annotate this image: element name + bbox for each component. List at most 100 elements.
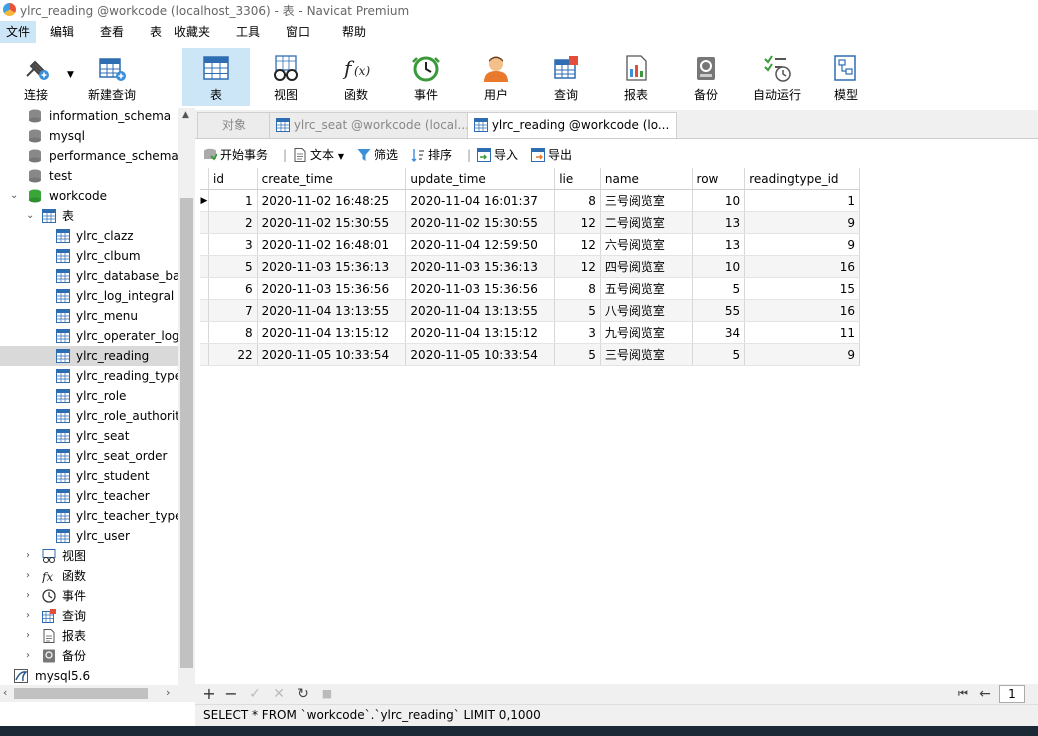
add-record-icon[interactable]: + bbox=[201, 685, 217, 703]
cell[interactable]: 3 bbox=[554, 321, 601, 344]
cell[interactable]: 9 bbox=[744, 233, 860, 256]
tree-db-workcode[interactable]: ⌄ workcode bbox=[0, 186, 178, 206]
tree-table-ylrc-teacher-type[interactable]: ylrc_teacher_type bbox=[0, 506, 178, 526]
cell[interactable]: 7 bbox=[208, 299, 258, 322]
tree-db-test[interactable]: test bbox=[0, 166, 178, 186]
function-button[interactable]: f (x) 函数 bbox=[326, 48, 386, 106]
cell[interactable]: 2020-11-04 12:59:50 bbox=[405, 233, 556, 256]
column-header-name[interactable]: name bbox=[600, 168, 693, 190]
cell[interactable]: 2020-11-04 13:13:55 bbox=[405, 299, 556, 322]
auto-run-button[interactable]: 自动运行 bbox=[746, 48, 808, 106]
connect-dropdown-icon[interactable]: ▼ bbox=[67, 70, 74, 80]
row-marker[interactable] bbox=[200, 277, 209, 300]
table-row[interactable]: 22 2020-11-05 10:33:54 2020-11-05 10:33:… bbox=[200, 343, 860, 366]
tree-connection-mysql56[interactable]: mysql5.6 bbox=[0, 666, 178, 685]
chevron-right-icon[interactable]: › bbox=[26, 646, 36, 666]
sidebar-horizontal-scrollbar[interactable]: ‹ › bbox=[0, 685, 195, 702]
tree-group-events[interactable]: › 事件 bbox=[0, 586, 178, 606]
cell[interactable]: 34 bbox=[692, 321, 746, 344]
cell[interactable]: 2020-11-02 15:30:55 bbox=[405, 211, 556, 234]
cell[interactable]: 2020-11-04 13:13:55 bbox=[257, 299, 407, 322]
tree-group-views[interactable]: › 视图 bbox=[0, 546, 178, 566]
tree-group-functions[interactable]: › fx 函数 bbox=[0, 566, 178, 586]
chevron-down-icon[interactable]: ⌄ bbox=[26, 206, 36, 226]
cell[interactable]: 2020-11-03 15:36:56 bbox=[405, 277, 556, 300]
tree-table-ylrc-student[interactable]: ylrc_student bbox=[0, 466, 178, 486]
tree-group-queries[interactable]: › 查询 bbox=[0, 606, 178, 626]
cell[interactable]: 5 bbox=[208, 255, 258, 278]
cell[interactable]: 5 bbox=[554, 299, 601, 322]
tree-table-ylrc-database-bal[interactable]: ylrc_database_bal bbox=[0, 266, 178, 286]
scroll-right-icon[interactable]: › bbox=[166, 686, 170, 699]
tree-group-backups[interactable]: › 备份 bbox=[0, 646, 178, 666]
cell[interactable]: 8 bbox=[208, 321, 258, 344]
model-button[interactable]: 模型 bbox=[816, 48, 876, 106]
cell[interactable]: 六号阅览室 bbox=[600, 233, 693, 256]
chevron-down-icon[interactable]: ⌄ bbox=[10, 186, 20, 206]
row-marker[interactable] bbox=[200, 211, 209, 234]
scroll-left-icon[interactable]: ‹ bbox=[3, 686, 7, 699]
tree-db-performance-schema[interactable]: performance_schema bbox=[0, 146, 178, 166]
cell[interactable]: 10 bbox=[692, 255, 746, 278]
cell[interactable]: 三号阅览室 bbox=[600, 343, 693, 366]
menu-edit[interactable]: 编辑 bbox=[44, 21, 80, 43]
cell[interactable]: 八号阅览室 bbox=[600, 299, 693, 322]
current-row-arrow-icon[interactable]: ▶ bbox=[200, 189, 209, 212]
tree-table-ylrc-reading[interactable]: ylrc_reading bbox=[0, 346, 178, 366]
cell[interactable]: 2020-11-02 16:48:01 bbox=[257, 233, 407, 256]
cell[interactable]: 15 bbox=[744, 277, 860, 300]
cell[interactable]: 8 bbox=[554, 277, 601, 300]
table-row[interactable]: 7 2020-11-04 13:13:55 2020-11-04 13:13:5… bbox=[200, 299, 860, 322]
column-header-update-time[interactable]: update_time bbox=[405, 168, 556, 190]
menu-view[interactable]: 查看 bbox=[94, 21, 130, 43]
cell[interactable]: 五号阅览室 bbox=[600, 277, 693, 300]
table-row[interactable]: 8 2020-11-04 13:15:12 2020-11-04 13:15:1… bbox=[200, 321, 860, 344]
cell[interactable]: 55 bbox=[692, 299, 746, 322]
query-button[interactable]: 查询 bbox=[536, 48, 596, 106]
cell[interactable]: 16 bbox=[744, 255, 860, 278]
row-marker[interactable] bbox=[200, 321, 209, 344]
tree-table-ylrc-teacher[interactable]: ylrc_teacher bbox=[0, 486, 178, 506]
tree-table-ylrc-reading-type[interactable]: ylrc_reading_type bbox=[0, 366, 178, 386]
previous-page-icon[interactable]: ← bbox=[977, 685, 993, 703]
cell[interactable]: 8 bbox=[554, 189, 601, 212]
cell[interactable]: 5 bbox=[554, 343, 601, 366]
cell[interactable]: 三号阅览室 bbox=[600, 189, 693, 212]
refresh-icon[interactable]: ↻ bbox=[295, 685, 311, 703]
cell[interactable]: 13 bbox=[692, 233, 746, 256]
tree-table-ylrc-clazz[interactable]: ylrc_clazz bbox=[0, 226, 178, 246]
menu-favorites[interactable]: 收藏夹 bbox=[168, 21, 216, 43]
column-header-id[interactable]: id bbox=[208, 168, 258, 190]
cell[interactable]: 2020-11-03 15:36:56 bbox=[257, 277, 407, 300]
cell[interactable]: 二号阅览室 bbox=[600, 211, 693, 234]
cell[interactable]: 四号阅览室 bbox=[600, 255, 693, 278]
menu-window[interactable]: 窗口 bbox=[280, 21, 316, 43]
tree-table-ylrc-seat-order[interactable]: ylrc_seat_order bbox=[0, 446, 178, 466]
menu-file[interactable]: 文件 bbox=[0, 21, 37, 43]
cell[interactable]: 2020-11-04 13:15:12 bbox=[405, 321, 556, 344]
tree-table-ylrc-menu[interactable]: ylrc_menu bbox=[0, 306, 178, 326]
tree-table-ylrc-operater-log[interactable]: ylrc_operater_log bbox=[0, 326, 178, 346]
cell[interactable]: 12 bbox=[554, 211, 601, 234]
table-button[interactable]: 表 bbox=[182, 48, 250, 106]
menu-tools[interactable]: 工具 bbox=[230, 21, 266, 43]
cell[interactable]: 6 bbox=[208, 277, 258, 300]
view-button[interactable]: 视图 bbox=[256, 48, 316, 106]
cell[interactable]: 九号阅览室 bbox=[600, 321, 693, 344]
table-row[interactable]: 3 2020-11-02 16:48:01 2020-11-04 12:59:5… bbox=[200, 233, 860, 256]
cell[interactable]: 2020-11-03 15:36:13 bbox=[257, 255, 407, 278]
tab-ylrc-seat[interactable]: ylrc_seat @workcode (local... bbox=[269, 112, 469, 138]
page-number-input[interactable]: 1 bbox=[999, 685, 1025, 703]
cell[interactable]: 1 bbox=[744, 189, 860, 212]
cell[interactable]: 10 bbox=[692, 189, 746, 212]
discard-x-icon[interactable]: ✕ bbox=[271, 685, 287, 703]
stop-icon[interactable]: ■ bbox=[319, 685, 335, 703]
cell[interactable]: 13 bbox=[692, 211, 746, 234]
filter-button[interactable]: 筛选 bbox=[357, 145, 398, 165]
table-row[interactable]: 6 2020-11-03 15:36:56 2020-11-03 15:36:5… bbox=[200, 277, 860, 300]
event-button[interactable]: 事件 bbox=[396, 48, 456, 106]
chevron-right-icon[interactable]: › bbox=[26, 546, 36, 566]
column-header-lie[interactable]: lie bbox=[554, 168, 601, 190]
tree-db-information-schema[interactable]: information_schema bbox=[0, 108, 178, 126]
user-button[interactable]: 用户 bbox=[466, 48, 526, 106]
